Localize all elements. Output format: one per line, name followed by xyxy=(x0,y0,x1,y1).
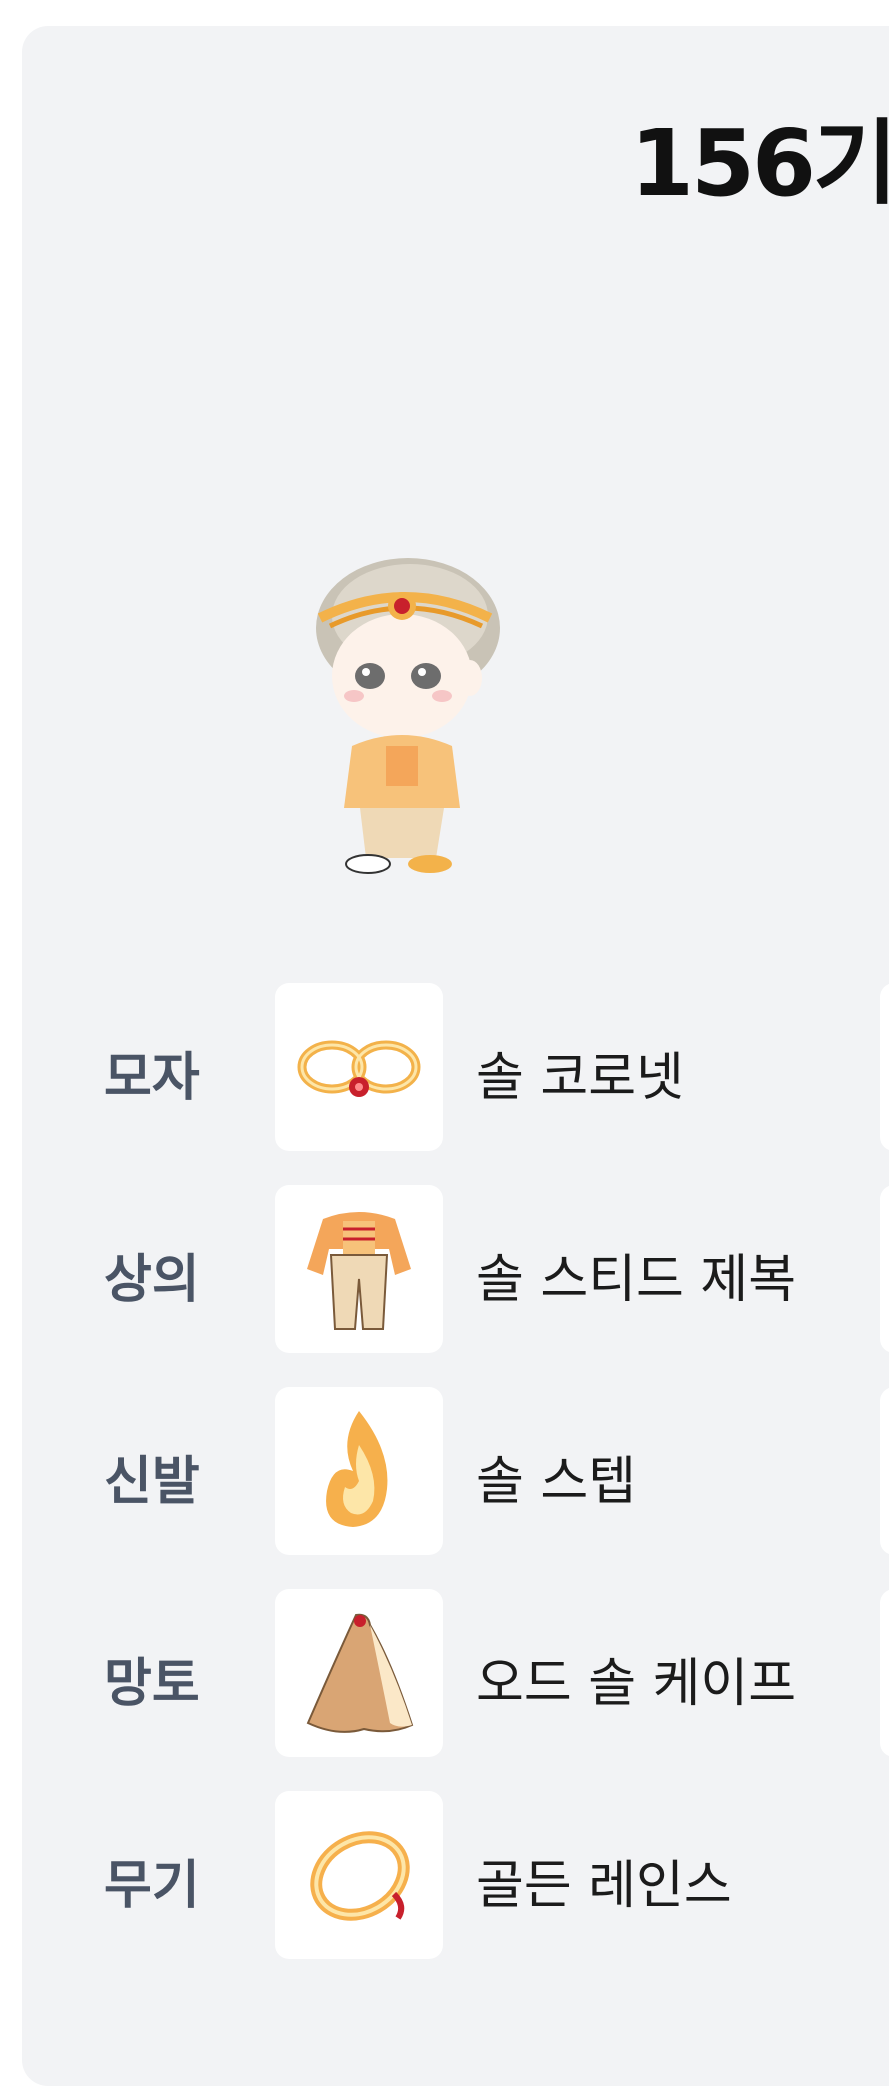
edge-card xyxy=(880,1589,889,1757)
equipment-row-cape: 망토 오드 솔 케이프 xyxy=(22,1589,889,1759)
slot-label: 상의 xyxy=(104,1250,200,1310)
edge-card xyxy=(880,1387,889,1555)
equipment-row-weapon: 무기 골든 레인스 xyxy=(22,1791,889,1961)
golden-reins-icon[interactable] xyxy=(275,1791,443,1959)
flame-shoes-icon[interactable] xyxy=(275,1387,443,1555)
slot-label: 신발 xyxy=(104,1452,200,1512)
character-avatar xyxy=(290,546,520,876)
equipment-row-hat: 모자 솔 코로넷 xyxy=(22,983,889,1153)
item-name: 솔 코로넷 xyxy=(476,1048,684,1108)
item-name: 솔 스텝 xyxy=(476,1452,637,1512)
page-title: 156기 xyxy=(630,110,889,217)
slot-label: 망토 xyxy=(104,1654,200,1714)
item-name: 솔 스티드 제복 xyxy=(476,1250,797,1310)
edge-card xyxy=(880,1185,889,1353)
cape-icon[interactable] xyxy=(275,1589,443,1757)
coronet-icon[interactable] xyxy=(275,983,443,1151)
uniform-icon[interactable] xyxy=(275,1185,443,1353)
slot-label: 무기 xyxy=(104,1856,200,1916)
character-card: 156기 모자 솔 코로넷 상의 솔 스티드 제복 신발 솔 스텝 망토 오드 … xyxy=(22,26,889,2086)
item-name: 골든 레인스 xyxy=(476,1856,732,1916)
edge-card xyxy=(880,983,889,1151)
slot-label: 모자 xyxy=(104,1048,200,1108)
equipment-row-shoes: 신발 솔 스텝 xyxy=(22,1387,889,1557)
item-name: 오드 솔 케이프 xyxy=(476,1654,797,1714)
equipment-row-top: 상의 솔 스티드 제복 xyxy=(22,1185,889,1355)
